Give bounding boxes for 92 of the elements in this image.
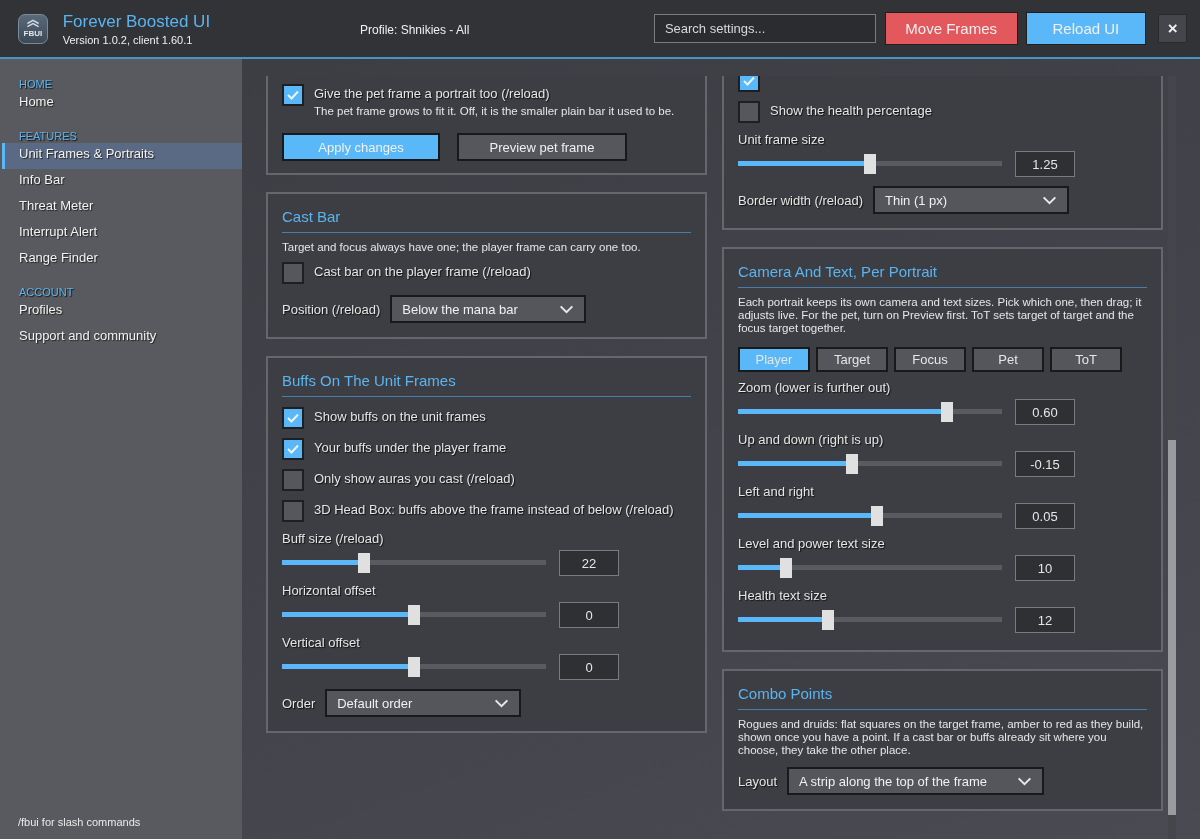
slider-label: Buff size (/reload) [282, 530, 385, 548]
description-text: The pet frame grows to fit it. Off, it is the smaller plain bar it used to be. [314, 104, 675, 118]
search-field[interactable]: Search settings... [653, 14, 876, 43]
field-label: Border width (/reload) [738, 192, 863, 208]
checkbox-label: Show the health percentage [770, 102, 932, 120]
description-text: Rogues and druids: flat squares on the target frame, amber to red as they build, shown once you have a point. If a cast bar or buffs already sit where you choose, they take the other place. [738, 718, 1145, 757]
slider-label: Level and power text size [738, 535, 886, 553]
field-label: Layout [738, 773, 778, 789]
value-field[interactable]: 0.60 [1015, 399, 1075, 425]
panel-title: Buffs On The Unit Frames [282, 372, 457, 390]
checkbox-label: Show buffs on the unit frames [314, 408, 486, 426]
dropdown[interactable]: Default order [325, 689, 522, 717]
checkbox[interactable] [282, 438, 304, 460]
value-field[interactable]: 10 [1015, 555, 1075, 581]
checkbox[interactable] [738, 76, 760, 92]
panel-title: Combo Points [738, 685, 834, 703]
tab[interactable]: Target [816, 347, 888, 372]
value-field[interactable]: 0 [559, 654, 619, 680]
checkbox-label: 3D Head Box: buffs above the frame instead of below (/reload) [314, 501, 674, 519]
slider-thumb[interactable] [408, 605, 420, 625]
check-icon [287, 90, 299, 100]
checkbox[interactable] [282, 500, 304, 522]
section-heading: HOME [18, 77, 53, 91]
value-field[interactable]: 0.05 [1015, 503, 1075, 529]
description-text: Each portrait keeps its own camera and text sizes. Pick which one, then drag; it adjusts live. For the pet, turn on Preview first. ToT sets target of target and the focus target together. [738, 296, 1143, 335]
sidebar-item[interactable]: Profiles [2, 299, 242, 325]
checkbox[interactable] [738, 101, 760, 123]
hint-text: /fbui for slash commands [17, 816, 142, 828]
app-title: Forever Boosted UI [62, 11, 212, 32]
value-field[interactable]: 0 [559, 602, 619, 628]
dropdown[interactable]: Thin (1 px) [873, 186, 1069, 214]
slider-label: Health text size [738, 587, 828, 605]
slider-thumb[interactable] [357, 553, 370, 573]
section-heading: FEATURES [18, 129, 78, 143]
slider-thumb[interactable] [940, 402, 953, 422]
panel-title: Camera And Text, Per Portrait [738, 263, 938, 281]
slider-label: Unit frame size [738, 131, 826, 149]
check-icon [287, 444, 299, 454]
slider-label: Up and down (right is up) [738, 431, 885, 449]
sidebar-item[interactable]: Support and community [2, 325, 242, 351]
field-label: Position (/reload) [282, 301, 381, 317]
scrollbar-thumb[interactable] [1168, 440, 1176, 815]
panel-title: Cast Bar [282, 208, 342, 226]
sidebar-item[interactable]: Range Finder [2, 247, 242, 273]
sidebar-item[interactable]: Home [2, 91, 242, 117]
app-logo: FBUI [18, 13, 48, 44]
slider-label: Horizontal offset [282, 582, 377, 600]
tab[interactable]: ToT [1050, 347, 1122, 372]
checkbox-label: Your buffs under the player frame [314, 439, 507, 457]
value-field[interactable]: 1.25 [1015, 151, 1075, 177]
scrollbar-track[interactable] [1168, 76, 1176, 839]
field-label: Order [282, 695, 316, 711]
chevron-icon [1016, 776, 1032, 786]
checkbox-label: Give the pet frame a portrait too (/reload) [314, 85, 551, 103]
dropdown[interactable]: A strip along the top of the frame [787, 767, 1044, 795]
chevron-icon [1042, 195, 1057, 205]
preview-button[interactable]: Preview pet frame [457, 133, 627, 161]
checkbox[interactable] [282, 262, 304, 284]
close-button[interactable]: × [1158, 14, 1187, 43]
value-field[interactable]: 12 [1015, 607, 1075, 633]
slider-thumb[interactable] [779, 558, 792, 578]
checkbox-label: Only show auras you cast (/reload) [314, 470, 515, 488]
check-icon [743, 76, 755, 86]
slider-label: Vertical offset [282, 634, 361, 652]
sidebar-item[interactable]: Interrupt Alert [2, 221, 242, 247]
section-heading: ACCOUNT [18, 285, 75, 299]
checkbox[interactable] [282, 407, 304, 429]
sidebar-item[interactable]: Unit Frames & Portraits [2, 143, 242, 169]
sidebar-item[interactable]: Threat Meter [2, 195, 242, 221]
slider-thumb[interactable] [821, 610, 834, 630]
dropdown[interactable]: Below the mana bar [390, 295, 587, 323]
version-text: Version 1.0.2, client 1.60.1 [62, 33, 194, 46]
checkbox[interactable] [282, 469, 304, 491]
tab[interactable]: Pet [972, 347, 1044, 372]
checkbox-label: Cast bar on the player frame (/reload) [314, 263, 531, 281]
tab[interactable]: Focus [894, 347, 966, 372]
slider-thumb[interactable] [408, 657, 420, 677]
value-field[interactable]: -0.15 [1015, 451, 1075, 477]
sidebar-item[interactable]: Info Bar [2, 169, 242, 195]
slider-label: Zoom (lower is further out) [738, 379, 892, 397]
slider-label: Left and right [738, 483, 815, 501]
check-icon [287, 413, 299, 423]
chevron-icon [559, 304, 575, 314]
slider-thumb[interactable] [870, 506, 883, 526]
chevron-icon [494, 698, 510, 708]
description-text: Target and focus always have one; the player frame can carry one too. [282, 241, 642, 254]
profile-label: Profile: Shnikies - All [359, 22, 471, 37]
move-frames-button[interactable]: Move Frames [884, 12, 1018, 45]
slider-thumb[interactable] [845, 454, 858, 474]
slider-thumb[interactable] [864, 154, 876, 174]
value-field[interactable]: 22 [559, 550, 619, 576]
checkbox[interactable] [282, 84, 304, 106]
